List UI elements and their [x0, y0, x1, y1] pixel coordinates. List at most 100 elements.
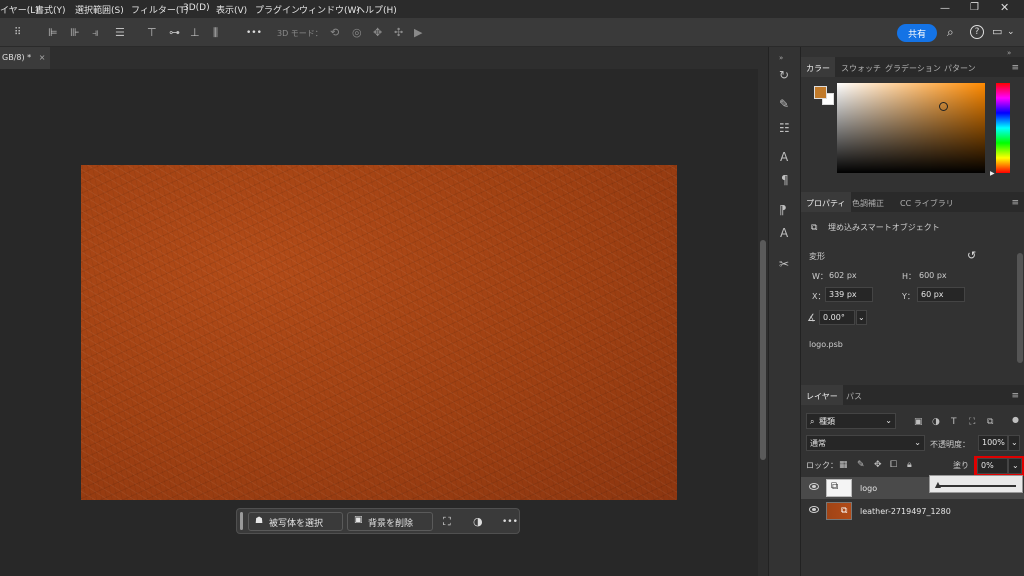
- visibility-eye-icon[interactable]: [809, 483, 819, 490]
- more-options[interactable]: •••: [246, 27, 262, 39]
- x-field[interactable]: 339 px: [825, 287, 873, 302]
- distribute-icon[interactable]: ☰: [115, 27, 125, 39]
- opacity-dropdown[interactable]: ⌄: [1008, 435, 1020, 451]
- search-icon[interactable]: ⌕: [947, 26, 954, 38]
- brush-icon[interactable]: ✎: [779, 98, 789, 110]
- menu-plugins[interactable]: プラグイン: [255, 3, 300, 16]
- filter-shape-icon[interactable]: ⛶: [969, 416, 975, 428]
- tab-color[interactable]: カラー: [801, 57, 835, 77]
- close-window-icon[interactable]: ✕: [1000, 2, 1009, 14]
- menu-3d[interactable]: 3D(D): [183, 3, 210, 13]
- hue-slider[interactable]: [996, 83, 1010, 173]
- tab-swatches[interactable]: スウォッチ: [836, 57, 886, 77]
- menu-window[interactable]: ウィンドウ(W): [299, 3, 360, 16]
- 3d-video-icon[interactable]: ▶: [414, 27, 422, 39]
- layer-row-leather[interactable]: ⧉ leather-2719497_1280: [801, 500, 1024, 522]
- lock-image-icon[interactable]: ✎: [857, 459, 865, 471]
- lock-all-icon[interactable]: 🔒︎: [907, 459, 912, 471]
- layer-name[interactable]: logo: [860, 484, 877, 493]
- tab-patterns[interactable]: パターン: [939, 57, 981, 77]
- layer-row-logo[interactable]: ⧉ logo: [801, 477, 929, 499]
- select-subject-button[interactable]: ☗ 被写体を選択: [248, 512, 343, 531]
- tab-layers[interactable]: レイヤー: [801, 385, 843, 405]
- 3d-pan-icon[interactable]: ✥: [373, 27, 382, 39]
- lock-position-icon[interactable]: ✥: [874, 459, 882, 471]
- remove-background-button[interactable]: ▣ 背景を削除: [347, 512, 433, 531]
- filter-smartobject-icon[interactable]: ⧉: [987, 416, 993, 428]
- angle-field[interactable]: 0.00°: [819, 310, 855, 325]
- lock-artboard-icon[interactable]: ⧠: [890, 459, 897, 471]
- grid-dots-icon[interactable]: ⠿: [14, 27, 21, 39]
- align-top-icon[interactable]: ⊤: [147, 27, 157, 39]
- align-right-icon[interactable]: ⫣: [92, 27, 99, 39]
- y-field[interactable]: 60 px: [917, 287, 965, 302]
- tab-adjustments[interactable]: 色調補正: [847, 192, 889, 212]
- foreground-color-swatch[interactable]: [814, 86, 827, 99]
- color-field[interactable]: [837, 83, 985, 173]
- transform-icon[interactable]: ⛶: [443, 516, 451, 528]
- tab-paths[interactable]: パス: [841, 385, 867, 405]
- close-tab-icon[interactable]: ×: [39, 53, 46, 62]
- embedded-file-name[interactable]: logo.psb: [809, 340, 843, 349]
- paragraph-icon[interactable]: ¶: [781, 174, 789, 186]
- character-style-icon[interactable]: A: [780, 227, 788, 239]
- align-bottom-icon[interactable]: ⊥: [190, 27, 200, 39]
- restore-icon[interactable]: ❐: [970, 2, 979, 14]
- chevron-down-icon[interactable]: ⌄: [1007, 26, 1015, 38]
- fill-field[interactable]: 0%: [977, 458, 1008, 474]
- w-value[interactable]: 602 px: [829, 271, 857, 280]
- opacity-field[interactable]: 100%: [978, 435, 1008, 451]
- menu-type[interactable]: 書式(Y): [35, 3, 66, 16]
- filter-type-icon[interactable]: T: [951, 416, 957, 428]
- menu-view[interactable]: 表示(V): [216, 3, 247, 16]
- 3d-slide-icon[interactable]: ✣: [394, 27, 403, 39]
- filter-pixel-icon[interactable]: ▣: [914, 416, 923, 428]
- color-panel-menu-icon[interactable]: ≡: [1011, 63, 1019, 73]
- fill-dropdown[interactable]: ⌄: [1008, 458, 1022, 474]
- context-more-button[interactable]: •••: [502, 516, 518, 528]
- menu-select[interactable]: 選択範囲(S): [75, 3, 124, 16]
- fill-slider-thumb[interactable]: ▲: [935, 480, 941, 489]
- adjustment-icon[interactable]: ◑: [473, 516, 483, 528]
- tab-cc-libraries[interactable]: CC ライブラリ: [895, 192, 959, 212]
- layer-name[interactable]: leather-2719497_1280: [860, 507, 951, 516]
- filter-adjustment-icon[interactable]: ◑: [932, 416, 940, 428]
- brush-settings-icon[interactable]: ☷: [779, 122, 790, 134]
- canvas-scroll-thumb[interactable]: [760, 240, 766, 460]
- layers-panel-menu-icon[interactable]: ≡: [1011, 391, 1019, 401]
- hue-slider-marker-icon[interactable]: ▶: [990, 168, 995, 180]
- help-icon[interactable]: ?: [970, 25, 984, 39]
- 3d-roll-icon[interactable]: ◎: [352, 27, 362, 39]
- angle-dropdown[interactable]: ⌄: [856, 310, 867, 325]
- tool-presets-icon[interactable]: ✂: [779, 258, 789, 270]
- tab-gradients[interactable]: グラデーション: [880, 57, 946, 77]
- menu-layer[interactable]: イヤー(L): [0, 3, 39, 16]
- workspace-icon[interactable]: ▭: [992, 26, 1002, 38]
- document-tab[interactable]: GB/8) * ×: [0, 47, 50, 69]
- color-picker-cursor[interactable]: [939, 102, 948, 111]
- drag-handle[interactable]: [240, 512, 243, 530]
- properties-panel-menu-icon[interactable]: ≡: [1011, 198, 1019, 208]
- tab-properties[interactable]: プロパティ: [801, 192, 851, 212]
- blend-mode-select[interactable]: 通常 ⌄: [806, 435, 925, 451]
- layer-filter-select[interactable]: ⌕ 種類 ⌄: [806, 413, 896, 429]
- visibility-eye-icon[interactable]: [809, 506, 819, 513]
- properties-scrollbar[interactable]: [1017, 253, 1023, 363]
- fill-slider-track[interactable]: [938, 485, 1016, 487]
- menu-help[interactable]: ヘルプ(H): [356, 3, 397, 16]
- expand-arrows-icon[interactable]: »: [779, 52, 783, 64]
- align-left-icon[interactable]: ⊫: [48, 27, 58, 39]
- align-vcenter-icon[interactable]: ⊶: [169, 27, 180, 39]
- menu-filter[interactable]: フィルター(T): [131, 3, 188, 16]
- history-icon[interactable]: ↻: [779, 69, 789, 81]
- reset-transform-icon[interactable]: ↺: [967, 250, 976, 262]
- character-icon[interactable]: A: [780, 151, 788, 163]
- minimize-icon[interactable]: —: [940, 3, 950, 15]
- filter-toggle-icon[interactable]: ●: [1012, 414, 1019, 426]
- lock-transparent-icon[interactable]: ▦: [839, 459, 848, 471]
- h-value[interactable]: 600 px: [919, 271, 947, 280]
- distribute-vertical-icon[interactable]: ⫼: [213, 27, 218, 39]
- align-hcenter-icon[interactable]: ⊪: [70, 27, 80, 39]
- 3d-orbit-icon[interactable]: ⟲: [330, 27, 339, 39]
- share-button[interactable]: 共有: [897, 24, 937, 42]
